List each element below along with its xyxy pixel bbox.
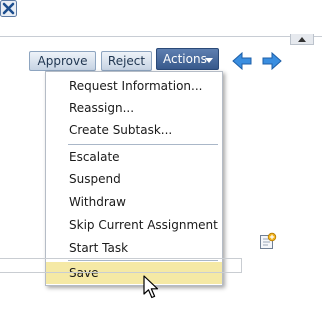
menu-item-withdraw[interactable]: Withdraw <box>46 191 222 213</box>
actions-menu-button[interactable]: Actions <box>156 48 219 70</box>
menu-separator <box>68 144 218 145</box>
menu-item-create-subtask[interactable]: Create Subtask... <box>46 119 222 141</box>
mouse-pointer-icon <box>143 275 159 299</box>
chevron-down-icon <box>205 58 213 63</box>
reject-button[interactable]: Reject <box>101 51 152 71</box>
arrow-right-icon[interactable] <box>262 52 282 70</box>
menu-item-escalate[interactable]: Escalate <box>46 146 222 168</box>
collapse-up-icon[interactable] <box>290 34 314 45</box>
header-divider <box>0 36 322 37</box>
background-field <box>0 258 242 273</box>
close-icon[interactable] <box>0 0 17 17</box>
menu-item-suspend[interactable]: Suspend <box>46 168 222 190</box>
menu-item-start-task[interactable]: Start Task <box>46 237 222 259</box>
menu-item-reassign[interactable]: Reassign... <box>46 97 222 119</box>
actions-label: Actions <box>163 52 207 66</box>
approve-button[interactable]: Approve <box>29 51 96 71</box>
arrow-left-icon[interactable] <box>232 52 252 70</box>
actions-dropdown-menu: Request Information... Reassign... Creat… <box>45 71 223 286</box>
menu-item-request-information[interactable]: Request Information... <box>46 75 222 97</box>
add-note-icon[interactable] <box>259 232 277 250</box>
menu-item-skip-current-assignment[interactable]: Skip Current Assignment <box>46 214 222 236</box>
